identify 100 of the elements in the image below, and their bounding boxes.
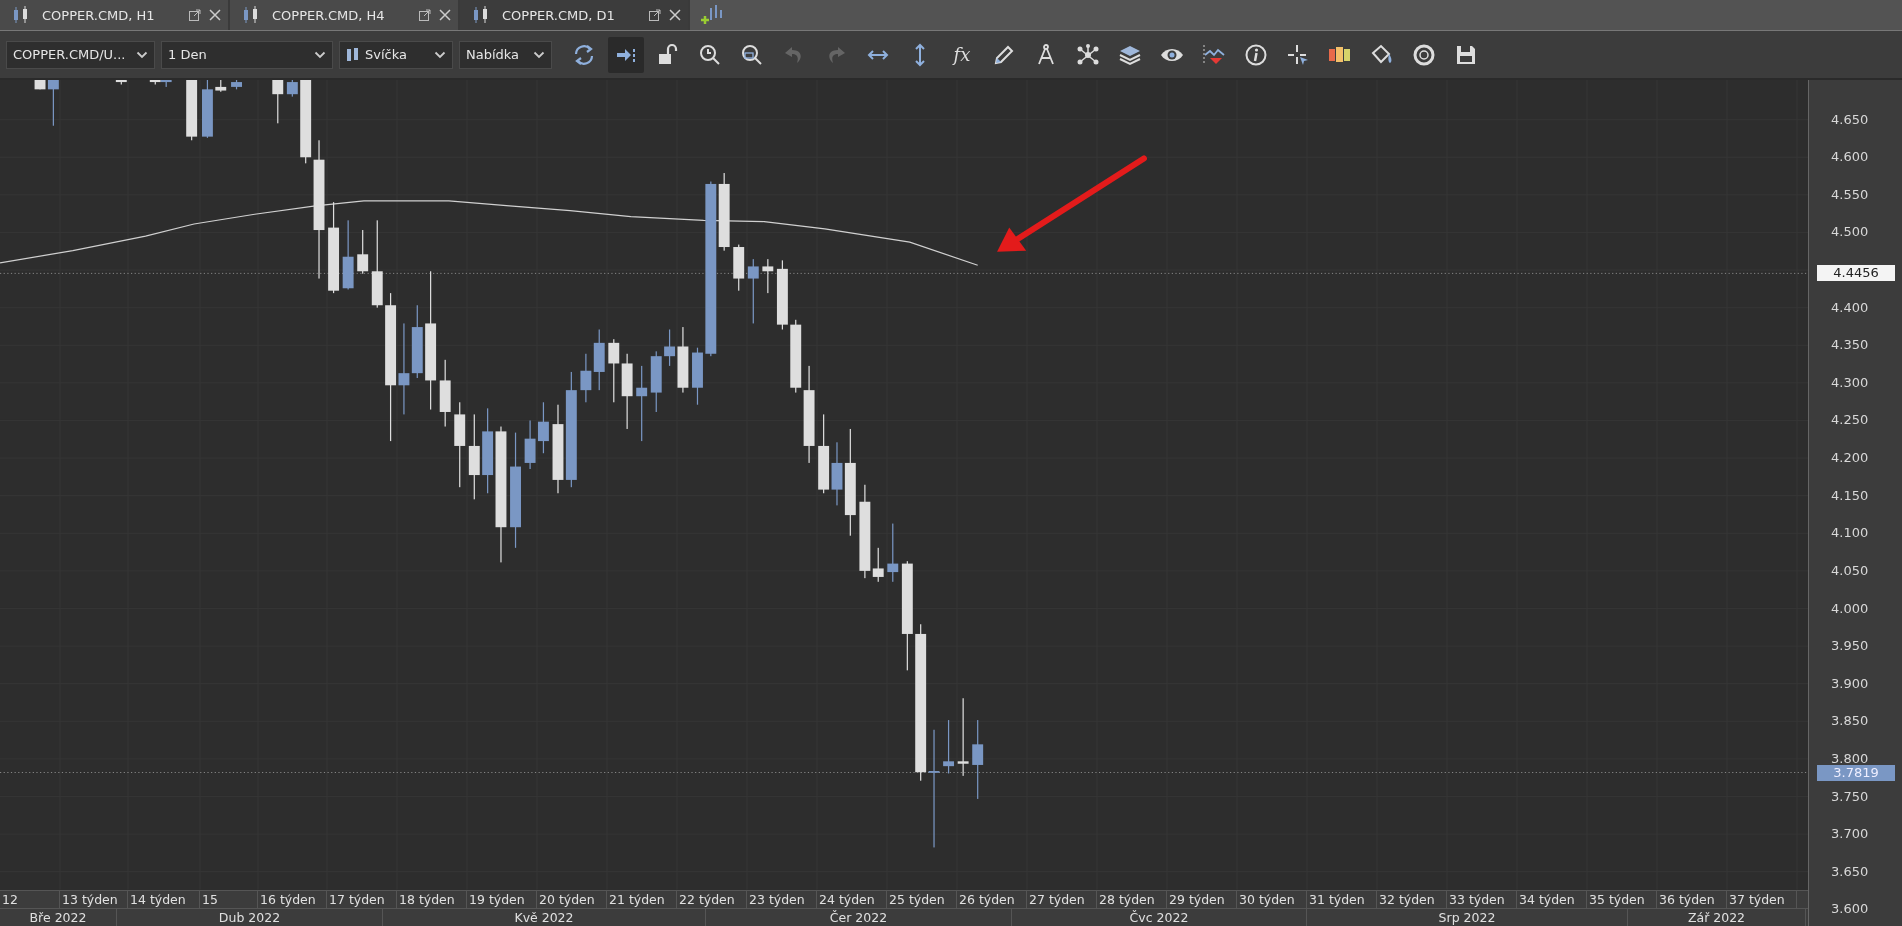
candle: [201, 80, 213, 138]
month-label: Čvc 2022: [1012, 909, 1307, 926]
week-label: 18 týden: [397, 891, 467, 908]
week-label: 25 týden: [887, 891, 957, 908]
week-label: 30 týden: [1237, 891, 1307, 908]
popout-icon[interactable]: [648, 8, 662, 22]
add-chart-icon[interactable]: [700, 4, 724, 26]
chart-tab[interactable]: COPPER.CMD, H4: [230, 0, 460, 30]
shift-button[interactable]: [608, 36, 644, 73]
chevron-down-icon: [136, 50, 148, 59]
candle: [762, 259, 774, 294]
week-label: 29 týden: [1167, 891, 1237, 908]
week-label: 28 týden: [1097, 891, 1167, 908]
price-label: 3.850: [1831, 713, 1869, 730]
week-label: 14 týden: [128, 891, 200, 908]
candle: [272, 80, 284, 124]
week-label: 31 týden: [1307, 891, 1377, 908]
popout-icon[interactable]: [418, 8, 432, 22]
week-label: 26 týden: [957, 891, 1027, 908]
week-label: 36 týden: [1657, 891, 1727, 908]
month-label: Kvě 2022: [383, 909, 706, 926]
zoom-area-icon: [740, 42, 764, 67]
week-label: 22 týden: [677, 891, 747, 908]
candle: [580, 353, 592, 403]
candle: [357, 230, 369, 274]
price-label: 4.150: [1831, 487, 1869, 504]
zigzag-icon: [1202, 42, 1226, 67]
week-label: 32 týden: [1377, 891, 1447, 908]
week-label: 15: [200, 891, 258, 908]
week-label: 23 týden: [747, 891, 817, 908]
dropdown[interactable]: 1 Den: [161, 40, 333, 69]
price-label: 4.350: [1831, 337, 1869, 354]
chart-tab[interactable]: COPPER.CMD, D1: [460, 0, 690, 30]
candle: [776, 260, 788, 330]
month-label: Zář 2022: [1628, 909, 1806, 926]
price-label: 3.700: [1831, 826, 1869, 843]
crosshair-icon: [1286, 42, 1310, 67]
week-label: 27 týden: [1027, 891, 1097, 908]
lock-icon: [656, 42, 680, 67]
refresh-icon: [572, 42, 596, 67]
week-label: 13 týden: [60, 891, 128, 908]
function-button[interactable]: fx: [944, 36, 980, 73]
dropdown[interactable]: Nabídka: [459, 40, 552, 69]
week-label: 34 týden: [1517, 891, 1587, 908]
price-marker: 3.7819: [1817, 764, 1895, 781]
price-label: 3.650: [1831, 863, 1869, 880]
close-icon[interactable]: [208, 8, 222, 22]
candle: [943, 720, 955, 774]
week-label: 33 týden: [1447, 891, 1517, 908]
chevron-down-icon: [533, 50, 545, 59]
candle: [692, 347, 703, 405]
candle: [215, 80, 227, 92]
popout-icon[interactable]: [188, 8, 202, 22]
nodes-icon: [1076, 42, 1100, 67]
candle: [887, 523, 899, 582]
price-label: 4.050: [1831, 562, 1869, 579]
chart-tab[interactable]: COPPER.CMD, H1: [0, 0, 230, 30]
dropdown[interactable]: COPPER.CMD/U...: [6, 40, 155, 69]
price-label: 4.400: [1831, 299, 1869, 316]
price-label: 3.950: [1831, 638, 1869, 655]
week-label: 35 týden: [1587, 891, 1657, 908]
price-label: 4.200: [1831, 450, 1869, 467]
info-icon: [1244, 42, 1268, 67]
price-label: 3.800: [1831, 750, 1869, 767]
price-marker: 4.4456: [1817, 265, 1895, 282]
candle: [593, 329, 605, 391]
price-label: 4.500: [1831, 224, 1869, 241]
candle: [608, 339, 620, 403]
candle: [231, 80, 242, 90]
month-label: Bře 2022: [0, 909, 117, 926]
chevron-down-icon: [434, 50, 446, 59]
week-label: 24 týden: [817, 891, 887, 908]
price-label: 4.650: [1831, 111, 1869, 128]
price-label: 4.100: [1831, 525, 1869, 542]
close-icon[interactable]: [668, 8, 682, 22]
chevron-down-icon: [314, 50, 326, 59]
candle: [650, 351, 662, 412]
price-label: 3.900: [1831, 675, 1869, 692]
price-label: 4.000: [1831, 600, 1869, 617]
candle: [186, 80, 198, 141]
candle: [747, 259, 759, 324]
week-label: 17 týden: [327, 891, 397, 908]
price-label: 3.600: [1831, 901, 1869, 918]
price-label: 4.600: [1831, 149, 1869, 166]
dropdown[interactable]: Svíčka: [339, 40, 453, 69]
candle: [342, 220, 354, 290]
close-icon[interactable]: [438, 8, 452, 22]
week-label: 21 týden: [607, 891, 677, 908]
month-label: Dub 2022: [117, 909, 383, 926]
week-label: 12: [0, 891, 60, 908]
candle: [524, 420, 536, 469]
candle: [733, 244, 745, 291]
week-label: 19 týden: [467, 891, 537, 908]
week-label: 37 týden: [1727, 891, 1797, 908]
aperture-icon: [1412, 42, 1436, 67]
candle: [537, 402, 549, 454]
price-label: 4.550: [1831, 186, 1869, 203]
candle-icon: [346, 45, 360, 64]
candle: [115, 80, 127, 85]
price-label: 4.250: [1831, 412, 1869, 429]
